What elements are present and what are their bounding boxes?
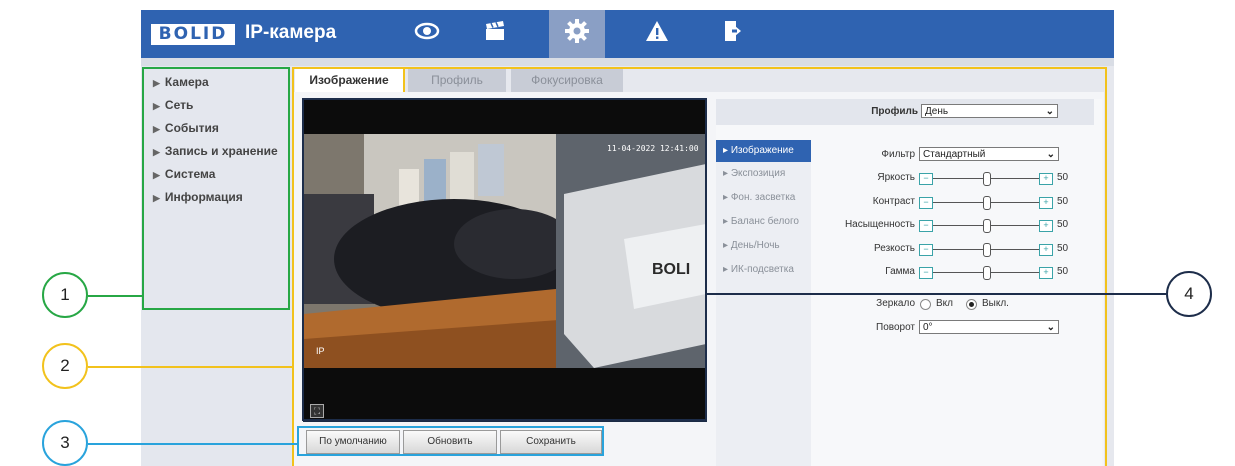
live-view-button[interactable]: [399, 10, 455, 58]
callout-2-line: [88, 366, 293, 368]
callout-4: 4: [1166, 271, 1212, 317]
callout-3-line: [88, 443, 298, 445]
header-substrip: [141, 58, 1114, 66]
callout-4-line: [706, 293, 1166, 295]
settings-button[interactable]: [549, 10, 605, 58]
logout-icon: [723, 19, 745, 50]
eye-icon: [414, 20, 440, 48]
logout-button[interactable]: [706, 10, 762, 58]
callout-3: 3: [42, 420, 88, 466]
highlight-sidebar: [142, 67, 290, 310]
clapperboard-icon: [484, 20, 506, 49]
alarm-button[interactable]: [629, 10, 685, 58]
callout-1-line: [88, 295, 142, 297]
highlight-tab-divider: [403, 67, 405, 92]
callout-1: 1: [42, 272, 88, 318]
playback-button[interactable]: [467, 10, 523, 58]
callout-2: 2: [42, 343, 88, 389]
highlight-buttons: [297, 426, 604, 456]
highlight-video: [302, 98, 707, 421]
top-header: BOLID IP-камера: [141, 10, 1114, 58]
warning-icon: [645, 20, 669, 49]
bolid-logo: BOLID: [151, 24, 235, 45]
gear-icon: [564, 18, 590, 51]
app-title: IP-камера: [245, 22, 337, 43]
